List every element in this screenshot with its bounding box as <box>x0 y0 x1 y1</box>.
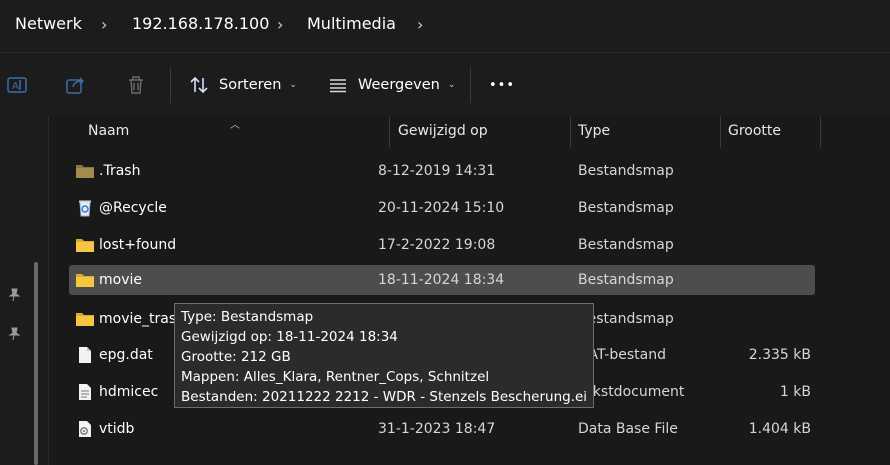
view-label: Weergeven <box>358 77 440 93</box>
file-name: vtidb <box>99 421 135 437</box>
breadcrumb-chevron-icon[interactable]: › <box>101 15 107 34</box>
file-type: Bestandsmap <box>578 200 674 216</box>
file-name: hdmicec <box>99 384 159 400</box>
file-modified: 31-1-2023 18:47 <box>378 421 496 437</box>
breadcrumb-chevron-icon[interactable]: › <box>417 15 423 34</box>
svg-text:A: A <box>12 81 19 92</box>
more-options-button[interactable]: ••• <box>489 71 515 99</box>
toolbar-divider <box>170 67 171 103</box>
pin-icon[interactable] <box>7 288 21 302</box>
file-type: Bestandsmap <box>578 237 674 253</box>
sort-label: Sorteren <box>219 77 282 93</box>
column-header-modified[interactable]: Gewijzigd op <box>398 123 488 139</box>
file-name: epg.dat <box>99 347 153 363</box>
file-modified: 8-12-2019 14:31 <box>378 163 496 179</box>
breadcrumb-multimedia[interactable]: Multimedia <box>307 14 396 33</box>
tooltip-folders: Mappen: Alles_Klara, Rentner_Cops, Schni… <box>181 369 490 385</box>
file-row[interactable]: .Trash 8-12-2019 14:31 Bestandsmap <box>69 156 815 186</box>
file-name: lost+found <box>99 237 177 253</box>
sort-icon <box>190 76 208 94</box>
chevron-down-icon: ⌄ <box>289 80 297 90</box>
file-modified: 17-2-2022 19:08 <box>378 237 496 253</box>
file-type: Bestandsmap <box>578 163 674 179</box>
file-size: 2.335 kB <box>748 347 811 363</box>
file-type: Data Base File <box>578 421 678 437</box>
file-row[interactable]: vtidb 31-1-2023 18:47 Data Base File 1.4… <box>69 414 815 444</box>
share-icon[interactable] <box>64 73 88 97</box>
file-name: .Trash <box>99 163 141 179</box>
address-bar[interactable]: Netwerk › 192.168.178.100 › Multimedia › <box>0 0 890 53</box>
file-name: movie_trash <box>99 311 185 327</box>
toolbar-divider <box>470 67 471 103</box>
view-lines-icon <box>330 79 346 93</box>
text-file-icon <box>79 384 91 400</box>
navigation-pane <box>0 116 49 465</box>
file-name: movie <box>99 272 142 288</box>
file-modified: 18-11-2024 18:34 <box>378 272 505 288</box>
tooltip-files: Bestanden: 20211222 2212 - WDR - Stenzel… <box>181 389 587 405</box>
view-button[interactable]: Weergeven ⌄ <box>328 71 455 99</box>
rename-icon[interactable]: A <box>5 73 29 97</box>
tooltip-modified: Gewijzigd op: 18-11-2024 18:34 <box>181 329 398 345</box>
column-header-name[interactable]: Naam <box>88 123 129 139</box>
chevron-down-icon: ⌄ <box>447 80 456 90</box>
tooltip-type: Type: Bestandsmap <box>181 309 314 325</box>
file-row[interactable]: lost+found 17-2-2022 19:08 Bestandsmap <box>69 230 815 260</box>
command-bar: A Sorteren ⌄ Weergeven ⌄ ••• <box>0 53 890 116</box>
folder-icon <box>76 313 94 326</box>
database-file-icon <box>79 421 91 437</box>
file-type: Bestandsmap <box>578 272 674 288</box>
breadcrumb-chevron-icon[interactable]: › <box>277 15 283 34</box>
file-list: ︿ Naam Gewijzigd op Type Grootte .Trash … <box>49 116 890 465</box>
file-size: 1.404 kB <box>748 421 811 437</box>
sort-ascending-icon: ︿ <box>230 120 240 131</box>
column-header-type[interactable]: Type <box>578 123 610 139</box>
file-modified: 20-11-2024 15:10 <box>378 200 505 216</box>
column-header-size[interactable]: Grootte <box>728 123 781 139</box>
column-divider[interactable] <box>389 116 390 148</box>
folder-icon <box>76 274 94 287</box>
folder-info-tooltip: Type: Bestandsmap Gewijzigd op: 18-11-20… <box>174 303 594 408</box>
column-divider[interactable] <box>820 116 821 148</box>
breadcrumb-host[interactable]: 192.168.178.100 <box>132 14 269 33</box>
tooltip-size: Grootte: 212 GB <box>181 349 291 365</box>
sort-button[interactable]: Sorteren ⌄ <box>189 71 297 99</box>
file-row-selected[interactable]: movie 18-11-2024 18:34 Bestandsmap <box>69 265 815 295</box>
folder-dark-icon <box>76 165 94 178</box>
column-divider[interactable] <box>720 116 721 148</box>
file-icon <box>79 347 91 363</box>
file-size: 1 kB <box>779 384 811 400</box>
delete-icon[interactable] <box>124 73 148 97</box>
file-row[interactable]: @Recycle 20-11-2024 15:10 Bestandsmap <box>69 193 815 223</box>
pin-icon[interactable] <box>7 327 21 341</box>
column-divider[interactable] <box>570 116 571 148</box>
breadcrumb-netwerk[interactable]: Netwerk <box>15 14 82 33</box>
folder-icon <box>76 239 94 252</box>
file-name: @Recycle <box>99 200 167 216</box>
recycle-bin-icon <box>79 200 91 217</box>
scrollbar[interactable] <box>34 262 38 465</box>
